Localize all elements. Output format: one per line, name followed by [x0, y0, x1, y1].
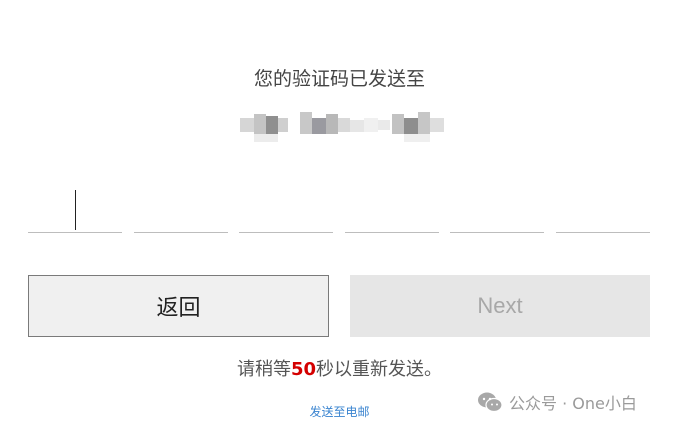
- code-digit-5[interactable]: [450, 184, 544, 233]
- verification-page: 您的验证码已发送至 返回 Next 请稍等50秒以重新发送。 发送至电邮 公众号…: [0, 0, 679, 428]
- masked-recipient: [240, 110, 445, 144]
- code-digit-3[interactable]: [239, 184, 333, 233]
- code-digit-2[interactable]: [134, 184, 228, 233]
- countdown-seconds: 50: [290, 359, 317, 380]
- next-button[interactable]: Next: [350, 275, 650, 337]
- resend-prefix: 请稍等: [236, 359, 291, 380]
- resend-countdown: 请稍等50秒以重新发送。: [0, 355, 679, 381]
- back-button[interactable]: 返回: [28, 275, 329, 337]
- resend-suffix: 秒以重新发送。: [316, 359, 443, 380]
- wechat-icon: [478, 392, 503, 413]
- verification-title: 您的验证码已发送至: [253, 68, 425, 90]
- watermark: 公众号 · One小白: [477, 390, 637, 414]
- code-digit-1-wrapper: [28, 184, 122, 234]
- watermark-text: 公众号 · One小白: [509, 394, 637, 413]
- code-input-row: [28, 184, 650, 234]
- text-cursor: [75, 190, 76, 230]
- code-digit-6[interactable]: [556, 184, 650, 233]
- code-digit-4[interactable]: [345, 184, 439, 233]
